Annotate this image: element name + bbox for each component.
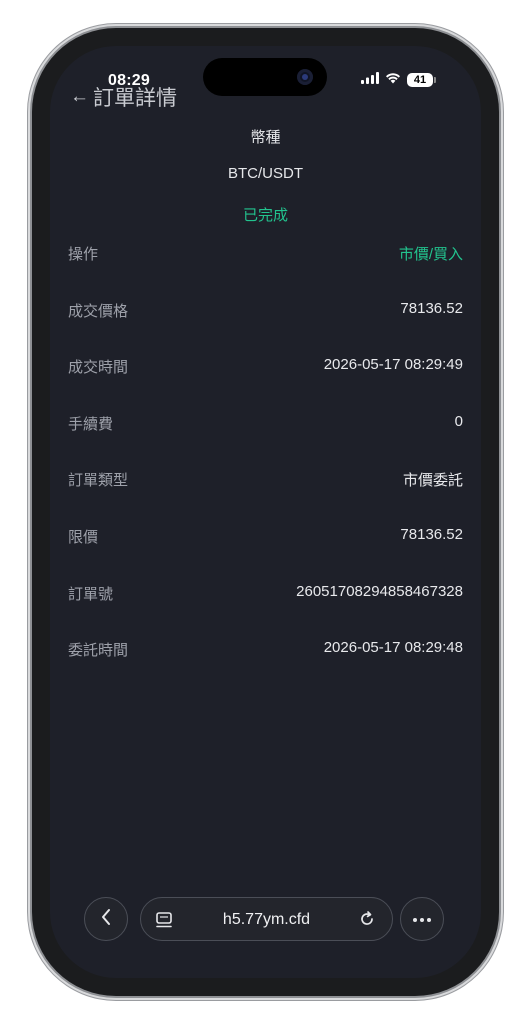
back-nav[interactable]: ← 訂單詳情 xyxy=(70,82,177,112)
detail-value: 2026-05-17 08:29:48 xyxy=(323,639,463,657)
detail-value: 2605170829485846732​8 xyxy=(296,582,463,600)
detail-value: 市價委託 xyxy=(402,472,463,490)
detail-row-operation: 操作 市價/買入 xyxy=(68,243,463,300)
front-camera xyxy=(297,69,313,85)
detail-row-price: 成交價格 78136.52 xyxy=(68,300,463,357)
detail-label: 委託時間 xyxy=(68,642,129,660)
phone-screen: 08:29 41 ← 訂單詳情 幣種 BTC/USDT 已完成 操作 市價/買入… xyxy=(50,46,481,978)
url-text[interactable]: h5.77ym.cfd xyxy=(141,911,392,929)
detail-value: 78136.52 xyxy=(400,299,463,317)
reload-icon[interactable] xyxy=(358,910,376,933)
status-icons: 41 xyxy=(361,71,436,89)
wifi-icon xyxy=(385,71,401,89)
address-bar[interactable]: h5.77ym.cfd xyxy=(140,897,393,941)
detail-value: 2026-05-17 08:29:49 xyxy=(323,356,463,374)
browser-back-button[interactable] xyxy=(84,897,128,941)
order-status: 已完成 xyxy=(242,207,288,224)
detail-label: 成交價格 xyxy=(68,302,129,320)
detail-row-fill-time: 成交時間 2026-05-17 08:29:49 xyxy=(68,356,463,413)
detail-label: 訂單類型 xyxy=(68,472,129,490)
detail-label: 手續費 xyxy=(68,415,114,433)
chevron-left-icon[interactable] xyxy=(100,908,112,931)
battery-indicator: 41 xyxy=(407,73,436,87)
power-button xyxy=(499,308,503,412)
detail-row-order-number: 訂單號 2605170829485846732​8 xyxy=(68,583,463,640)
left-arrow-icon[interactable]: ← xyxy=(70,86,89,108)
detail-label: 操作 xyxy=(68,246,99,263)
coin-value: BTC/USDT xyxy=(228,165,303,182)
signal-bars-icon xyxy=(361,71,379,89)
coin-label: 幣種 xyxy=(250,129,281,146)
detail-label: 訂單號 xyxy=(68,585,114,603)
page-title: 訂單詳情 xyxy=(93,87,177,110)
detail-row-order-time: 委託時間 2026-05-17 08:29:48 xyxy=(68,639,463,696)
home-indicator xyxy=(196,965,336,970)
detail-row-order-type: 訂單類型 市價委託 xyxy=(68,469,463,526)
detail-row-fee: 手續費 0 xyxy=(68,413,463,470)
detail-label: 限價 xyxy=(68,528,99,546)
more-dots-icon[interactable] xyxy=(412,910,432,928)
detail-value: 市價/買入 xyxy=(398,246,463,263)
detail-value: 78136.52 xyxy=(400,525,463,543)
order-details-list: 操作 市價/買入 成交價格 78136.52 成交時間 2026-05-17 0… xyxy=(68,243,463,696)
detail-label: 成交時間 xyxy=(68,359,129,377)
detail-row-limit-price: 限價 78136.52 xyxy=(68,526,463,583)
more-button[interactable] xyxy=(400,897,444,941)
dynamic-island xyxy=(203,58,327,96)
detail-value: 0 xyxy=(454,412,463,430)
browser-toolbar: h5.77ym.cfd xyxy=(84,896,448,944)
